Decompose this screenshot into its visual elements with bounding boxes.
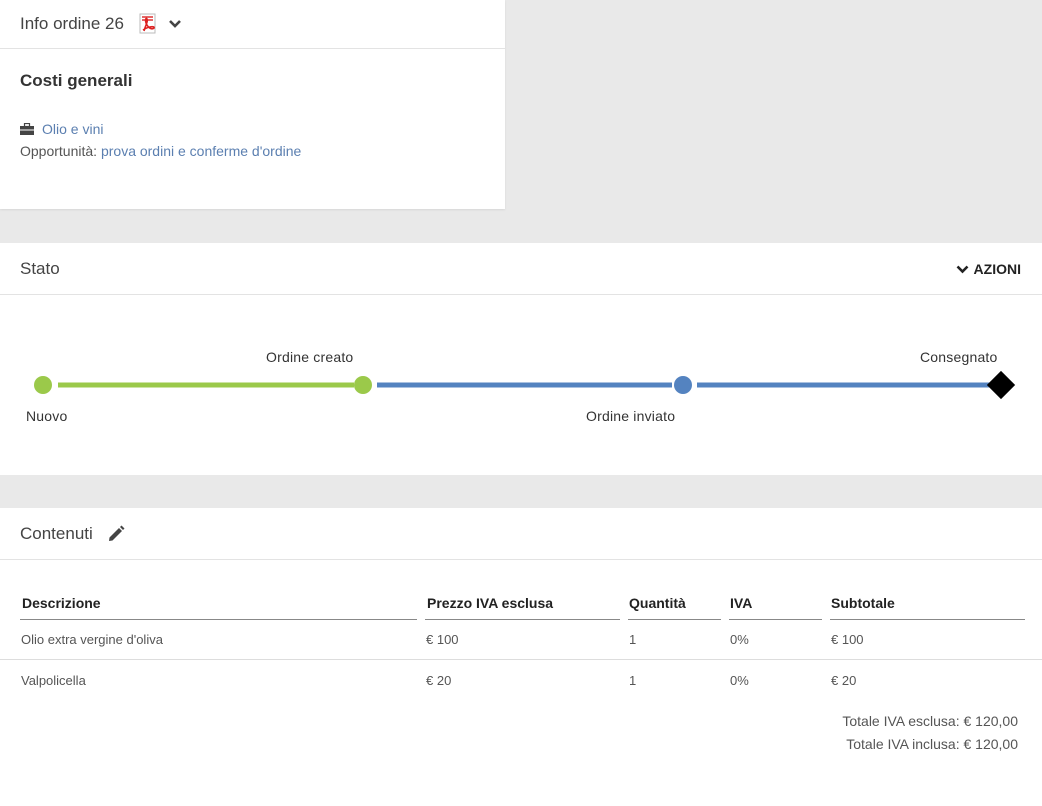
- table-cell-descrizione: Valpolicella: [21, 673, 86, 688]
- step-marker-ordine-inviato: [674, 376, 692, 394]
- column-header-subtotale: Subtotale: [831, 595, 895, 611]
- step-label-ordine-inviato: Ordine inviato: [586, 408, 676, 424]
- table-cell-iva: 0%: [730, 673, 749, 688]
- column-underline: [729, 619, 822, 620]
- total-excl-vat: Totale IVA esclusa: € 120,00: [842, 713, 1018, 729]
- column-underline: [20, 619, 417, 620]
- contents-header: Contenuti: [0, 508, 1042, 560]
- status-card: Stato AZIONI Nuovo Ordine creato Ordine …: [0, 243, 1042, 475]
- contents-card: Contenuti Descrizione Prezzo IVA esclusa…: [0, 508, 1042, 806]
- step-marker-consegnato: [986, 370, 1016, 400]
- table-cell-quantita: 1: [629, 632, 637, 647]
- opportunity-link[interactable]: prova ordini e conferme d'ordine: [101, 143, 301, 159]
- chevron-down-icon: [956, 265, 968, 273]
- order-info-header: Info ordine 26: [0, 0, 505, 49]
- column-header-descrizione: Descrizione: [22, 595, 101, 611]
- table-cell-iva: 0%: [730, 632, 749, 647]
- step-label-consegnato: Consegnato: [920, 349, 998, 365]
- pdf-icon[interactable]: [136, 12, 160, 36]
- table-cell-quantita: 1: [629, 673, 637, 688]
- status-title: Stato: [20, 258, 60, 278]
- step-marker-ordine-creato: [354, 376, 372, 394]
- order-info-title: Info ordine 26: [20, 14, 124, 33]
- briefcase-icon: [20, 123, 34, 135]
- row-divider: [0, 659, 1042, 660]
- column-underline: [628, 619, 721, 620]
- column-header-iva: IVA: [730, 595, 753, 611]
- column-header-quantita: Quantità: [629, 595, 686, 611]
- step-label-ordine-creato: Ordine creato: [266, 349, 354, 365]
- column-underline: [830, 619, 1025, 620]
- table-cell-subtotale: € 20: [831, 673, 857, 688]
- opportunity-label: Opportunità:: [20, 143, 98, 159]
- status-header: Stato AZIONI: [0, 243, 1042, 295]
- table-cell-subtotale: € 100: [831, 632, 864, 647]
- column-underline: [425, 619, 620, 620]
- pencil-icon[interactable]: [107, 525, 125, 543]
- order-info-card: Info ordine 26 Costi generali Olio e vin…: [0, 0, 505, 209]
- table-cell-prezzo: € 100: [426, 632, 459, 647]
- table-cell-prezzo: € 20: [426, 673, 452, 688]
- table-cell-descrizione: Olio extra vergine d'oliva: [21, 632, 163, 647]
- step-marker-nuovo: [34, 376, 52, 394]
- section-title-costi: Costi generali: [20, 71, 133, 90]
- actions-button[interactable]: AZIONI: [956, 261, 1021, 277]
- chevron-down-icon[interactable]: [168, 17, 182, 31]
- step-label-nuovo: Nuovo: [26, 408, 68, 424]
- actions-label: AZIONI: [973, 261, 1021, 277]
- column-header-prezzo: Prezzo IVA esclusa: [427, 595, 554, 611]
- contents-title: Contenuti: [20, 523, 93, 543]
- company-link[interactable]: Olio e vini: [42, 121, 103, 137]
- status-timeline: Nuovo Ordine creato Ordine inviato Conse…: [0, 295, 1042, 475]
- total-incl-vat: Totale IVA inclusa: € 120,00: [846, 736, 1018, 752]
